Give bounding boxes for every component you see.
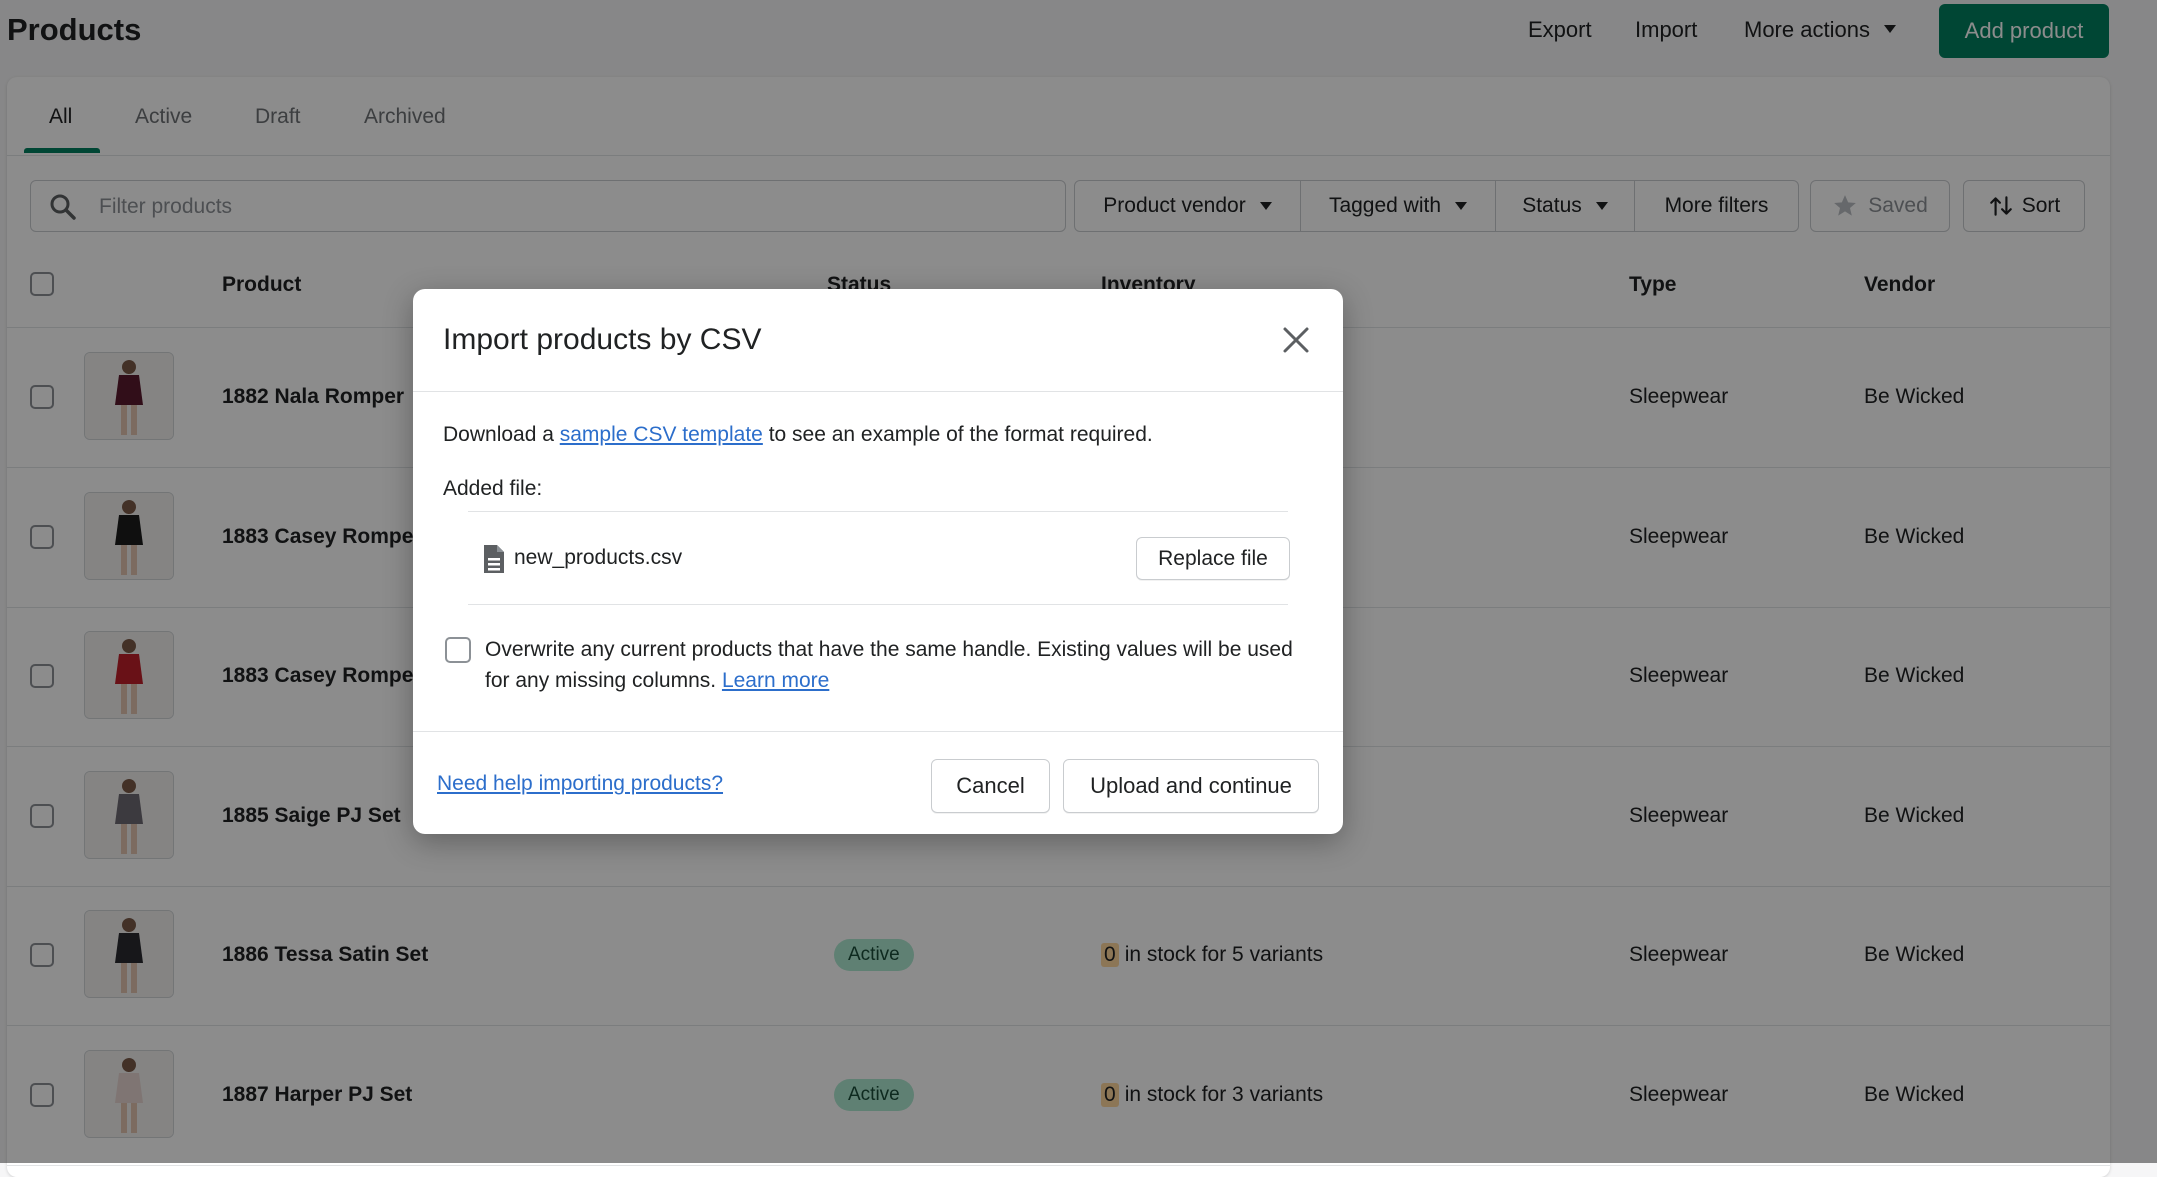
cancel-button[interactable]: Cancel (931, 759, 1050, 813)
close-icon[interactable] (1279, 323, 1313, 357)
modal-header: Import products by CSV (413, 289, 1343, 392)
learn-more-link[interactable]: Learn more (722, 669, 829, 692)
import-csv-modal: Import products by CSV Download a sample… (413, 289, 1343, 834)
overwrite-text: Overwrite any current products that have… (485, 638, 1293, 692)
upload-continue-button[interactable]: Upload and continue (1063, 759, 1319, 813)
help-importing-link[interactable]: Need help importing products? (437, 772, 723, 796)
file-name: new_products.csv (514, 546, 683, 569)
file-icon (484, 545, 504, 573)
added-file-row: new_products.csv Replace file (468, 511, 1290, 605)
added-file-label: Added file: (443, 477, 543, 500)
overwrite-checkbox[interactable] (445, 637, 471, 663)
sample-csv-link[interactable]: sample CSV template (560, 423, 763, 446)
replace-file-button[interactable]: Replace file (1136, 537, 1290, 580)
download-prefix: Download a (443, 423, 554, 446)
products-page: Products Export Import More actions Add … (0, 0, 2157, 1177)
modal-footer: Need help importing products? Cancel Upl… (413, 731, 1343, 835)
overwrite-label: Overwrite any current products that have… (485, 634, 1295, 696)
download-instructions: Download a sample CSV template to see an… (443, 423, 1153, 447)
modal-title: Import products by CSV (443, 323, 762, 356)
download-suffix: to see an example of the format required… (768, 423, 1153, 446)
